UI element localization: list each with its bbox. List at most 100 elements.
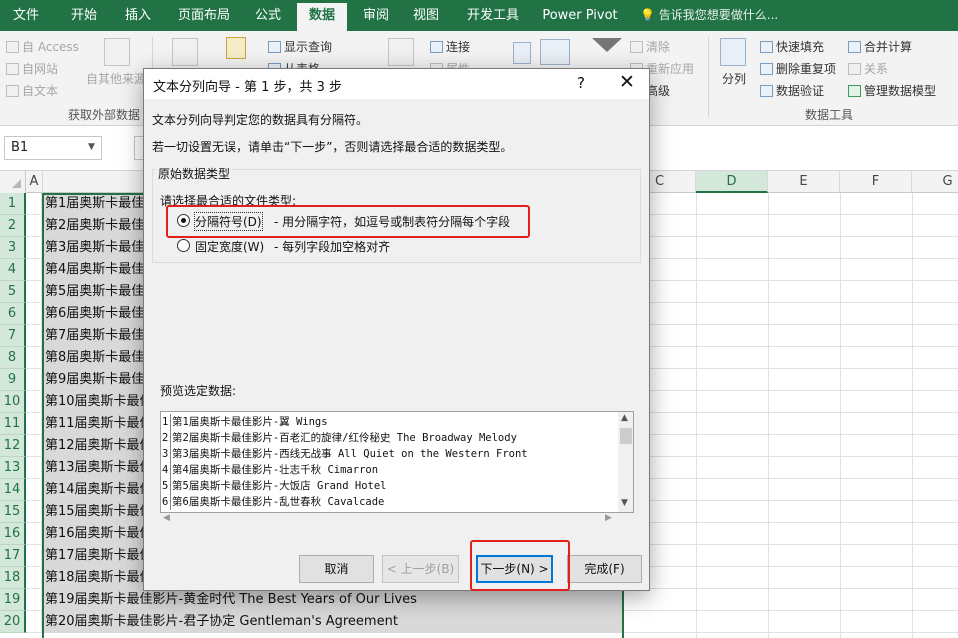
close-icon[interactable]: ✕ bbox=[619, 71, 635, 93]
cell-a[interactable] bbox=[26, 347, 42, 369]
dialog-title-bar[interactable]: 文本分列向导 - 第 1 步，共 3 步 ? ✕ bbox=[144, 69, 649, 99]
flash-fill-button[interactable]: 快速填充 bbox=[760, 38, 824, 55]
cell-a[interactable] bbox=[26, 567, 42, 589]
cell-a[interactable] bbox=[26, 281, 42, 303]
column-header-d[interactable]: D bbox=[696, 171, 768, 193]
column-header-g[interactable]: G bbox=[912, 171, 958, 193]
manage-data-model-button[interactable]: 管理数据模型 bbox=[848, 82, 936, 99]
tab-file[interactable]: 文件 bbox=[0, 0, 52, 31]
row-header[interactable]: 17 bbox=[0, 545, 26, 567]
tab-data[interactable]: 数据 bbox=[297, 3, 347, 31]
data-validation-button[interactable]: 数据验证 bbox=[760, 82, 824, 99]
text-to-columns-button[interactable]: 分列 bbox=[722, 70, 746, 87]
clear-filter-button[interactable]: 清除 bbox=[630, 38, 670, 55]
row-header[interactable]: 5 bbox=[0, 281, 26, 303]
row-header[interactable]: 16 bbox=[0, 523, 26, 545]
other-sources-button[interactable]: 自其他来源 bbox=[86, 70, 146, 87]
row-header[interactable]: 18 bbox=[0, 567, 26, 589]
consolidate-button[interactable]: 合并计算 bbox=[848, 38, 912, 55]
remove-duplicates-button[interactable]: 删除重复项 bbox=[760, 60, 836, 77]
row-header[interactable]: 3 bbox=[0, 237, 26, 259]
finish-button[interactable]: 完成(F) bbox=[567, 555, 642, 583]
tab-insert[interactable]: 插入 bbox=[114, 0, 162, 31]
connections-icon bbox=[430, 41, 443, 53]
from-access-button[interactable]: 自 Access bbox=[6, 38, 79, 55]
row-header[interactable]: 6 bbox=[0, 303, 26, 325]
flash-fill-icon bbox=[760, 41, 773, 53]
delimited-option-label[interactable]: 分隔符号(D) bbox=[194, 212, 263, 231]
cell-a[interactable] bbox=[26, 325, 42, 347]
row-header[interactable]: 12 bbox=[0, 435, 26, 457]
column-header-f[interactable]: F bbox=[840, 171, 912, 193]
row-header[interactable]: 10 bbox=[0, 391, 26, 413]
back-button[interactable]: < 上一步(B) bbox=[382, 555, 459, 583]
cell-a[interactable] bbox=[26, 391, 42, 413]
cell-a[interactable] bbox=[26, 589, 42, 611]
vertical-scrollbar[interactable]: ▲ ▼ bbox=[618, 412, 633, 512]
cell-a[interactable] bbox=[26, 369, 42, 391]
cell-a[interactable] bbox=[26, 501, 42, 523]
chevron-up-icon[interactable]: ▲ bbox=[621, 413, 628, 423]
sort-icon bbox=[540, 39, 570, 65]
cancel-button[interactable]: 取消 bbox=[299, 555, 374, 583]
row-header[interactable]: 19 bbox=[0, 589, 26, 611]
text-file-icon bbox=[6, 85, 19, 97]
cell-a[interactable] bbox=[26, 303, 42, 325]
tab-home[interactable]: 开始 bbox=[56, 0, 112, 31]
cell-b[interactable]: 第19届奥斯卡最佳影片-黄金时代 The Best Years of Our L… bbox=[42, 589, 623, 611]
column-header-a[interactable]: A bbox=[26, 171, 43, 193]
cell-a[interactable] bbox=[26, 545, 42, 567]
tell-me-search[interactable]: 💡 告诉我您想要做什么... bbox=[640, 0, 778, 31]
horizontal-scrollbar[interactable]: ◀ ▶ bbox=[160, 513, 618, 527]
chevron-left-icon[interactable]: ◀ bbox=[163, 513, 170, 523]
data-preview[interactable]: 1 第1届奥斯卡最佳影片-翼 Wings 2 第2届奥斯卡最佳影片-百老汇的旋律/红伶… bbox=[160, 411, 634, 513]
row-header[interactable]: 4 bbox=[0, 259, 26, 281]
help-icon[interactable]: ? bbox=[577, 74, 585, 92]
from-text-button[interactable]: 自文本 bbox=[6, 82, 58, 99]
cell-a[interactable] bbox=[26, 479, 42, 501]
next-button[interactable]: 下一步(N) > bbox=[476, 555, 553, 583]
chevron-down-icon[interactable]: ▼ bbox=[621, 498, 628, 508]
chevron-right-icon[interactable]: ▶ bbox=[605, 513, 612, 523]
row-header[interactable]: 2 bbox=[0, 215, 26, 237]
cell-a[interactable] bbox=[26, 215, 42, 237]
row-header[interactable]: 7 bbox=[0, 325, 26, 347]
tab-power-pivot[interactable]: Power Pivot bbox=[538, 0, 622, 31]
connections-button[interactable]: 连接 bbox=[430, 38, 470, 55]
row-header[interactable]: 11 bbox=[0, 413, 26, 435]
cell-a[interactable] bbox=[26, 259, 42, 281]
row-header[interactable]: 14 bbox=[0, 479, 26, 501]
column-header-e[interactable]: E bbox=[768, 171, 840, 193]
tab-developer[interactable]: 开发工具 bbox=[458, 0, 528, 31]
tab-view[interactable]: 视图 bbox=[404, 0, 448, 31]
preview-label: 预览选定数据: bbox=[160, 384, 237, 398]
scroll-thumb[interactable] bbox=[620, 428, 632, 444]
cell-a[interactable] bbox=[26, 193, 42, 215]
from-web-button[interactable]: 自网站 bbox=[6, 60, 58, 77]
tab-page-layout[interactable]: 页面布局 bbox=[168, 0, 240, 31]
row-header[interactable]: 9 bbox=[0, 369, 26, 391]
chevron-down-icon[interactable]: ▼ bbox=[88, 142, 95, 152]
cell-a[interactable] bbox=[26, 237, 42, 259]
row-header[interactable]: 20 bbox=[0, 611, 26, 633]
delimited-radio[interactable] bbox=[177, 214, 190, 227]
row-header[interactable]: 15 bbox=[0, 501, 26, 523]
relationships-button[interactable]: 关系 bbox=[848, 60, 888, 77]
fixed-width-option-label[interactable]: 固定宽度(W) bbox=[195, 238, 264, 255]
cell-a[interactable] bbox=[26, 523, 42, 545]
row-header[interactable]: 13 bbox=[0, 457, 26, 479]
cell-a[interactable] bbox=[26, 413, 42, 435]
show-query-button[interactable]: 显示查询 bbox=[268, 38, 332, 55]
cell-a[interactable] bbox=[26, 457, 42, 479]
fixed-width-radio[interactable] bbox=[177, 239, 190, 252]
cell-a[interactable] bbox=[26, 435, 42, 457]
file-type-label: 请选择最合适的文件类型: bbox=[160, 194, 297, 208]
remove-duplicates-icon bbox=[760, 63, 773, 75]
select-all-button[interactable] bbox=[0, 171, 26, 193]
row-header[interactable]: 1 bbox=[0, 193, 26, 215]
tab-formulas[interactable]: 公式 bbox=[246, 0, 290, 31]
tab-review[interactable]: 审阅 bbox=[354, 0, 398, 31]
row-header[interactable]: 8 bbox=[0, 347, 26, 369]
cell-b[interactable]: 第20届奥斯卡最佳影片-君子协定 Gentleman's Agreement bbox=[42, 611, 623, 633]
cell-a[interactable] bbox=[26, 611, 42, 633]
